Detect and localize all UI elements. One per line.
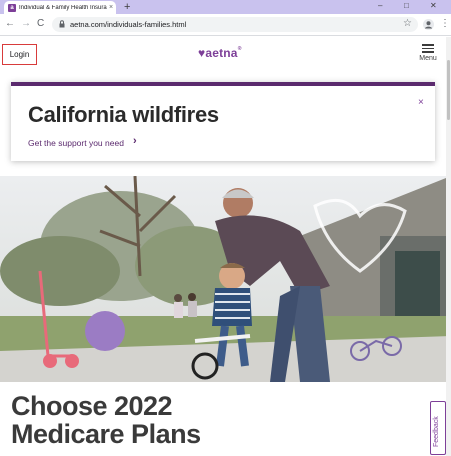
window-close-icon[interactable]: ✕ bbox=[430, 1, 437, 10]
back-icon[interactable]: ← bbox=[5, 18, 15, 30]
menu-label: Menu bbox=[419, 54, 437, 62]
hamburger-icon bbox=[416, 44, 440, 53]
bookmark-star-icon[interactable]: ☆ bbox=[403, 18, 412, 29]
page-heading: Choose 2022 Medicare Plans bbox=[11, 392, 201, 448]
heading-line-1: Choose 2022 bbox=[11, 391, 173, 421]
tab-title: Individual & Family Health Insura bbox=[19, 4, 107, 11]
wildfire-alert-banner: California wildfires Get the support you… bbox=[11, 82, 435, 161]
feedback-label: Feedback bbox=[433, 416, 440, 447]
chevron-right-icon[interactable]: › bbox=[133, 135, 137, 147]
browser-menu-icon[interactable]: ⋮ bbox=[440, 18, 450, 29]
reload-icon[interactable]: C bbox=[37, 18, 44, 30]
login-button[interactable]: Login bbox=[2, 44, 37, 65]
url-text: aetna.com/individuals-families.html bbox=[70, 20, 187, 29]
minimize-icon[interactable]: – bbox=[378, 1, 382, 10]
forward-icon[interactable]: → bbox=[21, 18, 31, 30]
logo-text: aetna bbox=[205, 46, 238, 60]
maximize-icon[interactable]: □ bbox=[404, 1, 409, 10]
feedback-button[interactable]: Feedback bbox=[430, 401, 446, 455]
aetna-favicon-icon: a bbox=[8, 3, 16, 12]
new-tab-button[interactable]: + bbox=[124, 1, 130, 13]
browser-tab[interactable]: a Individual & Family Health Insura × bbox=[4, 1, 116, 14]
menu-button[interactable]: Menu bbox=[416, 42, 440, 62]
profile-avatar-icon[interactable] bbox=[423, 19, 434, 30]
heading-line-2: Medicare Plans bbox=[11, 419, 201, 449]
browser-tab-strip: a Individual & Family Health Insura × + … bbox=[0, 0, 451, 14]
scrollbar-thumb[interactable] bbox=[447, 60, 450, 120]
logo-registered-mark: ® bbox=[237, 46, 242, 52]
alert-support-link[interactable]: Get the support you need bbox=[28, 138, 124, 148]
alert-title: California wildfires bbox=[28, 102, 219, 127]
aetna-logo[interactable]: ♥aetna® bbox=[198, 46, 242, 60]
browser-toolbar: ← → C aetna.com/individuals-families.htm… bbox=[0, 14, 451, 36]
lock-icon bbox=[59, 20, 65, 28]
page: a Individual & Family Health Insura × + … bbox=[0, 0, 451, 456]
address-bar[interactable]: aetna.com/individuals-families.html ☆ bbox=[52, 17, 418, 32]
tab-close-icon[interactable]: × bbox=[109, 4, 113, 11]
alert-close-icon[interactable]: × bbox=[418, 97, 424, 108]
hero-photo-grandfather-child-bike bbox=[0, 176, 451, 382]
